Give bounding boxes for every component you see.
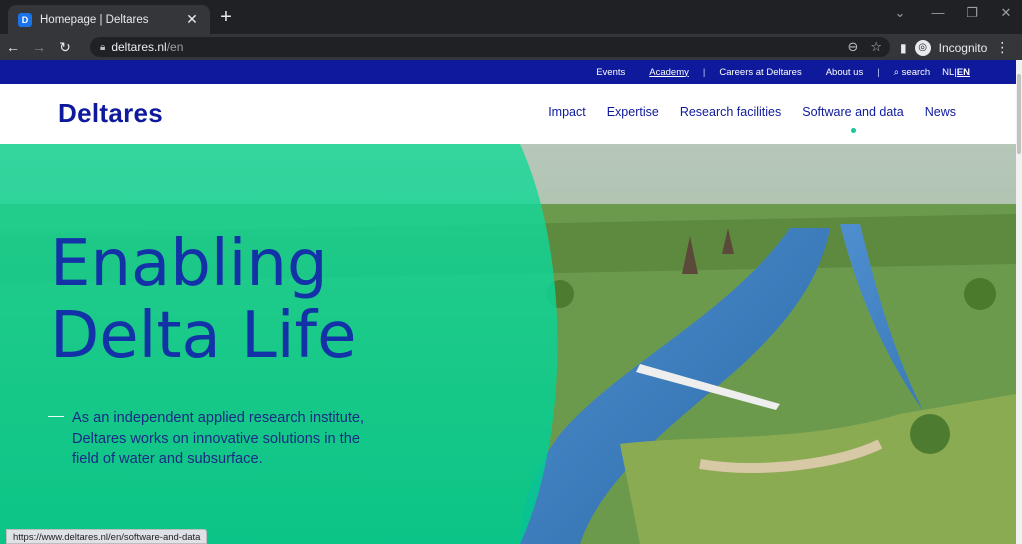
scrollbar-thumb[interactable] [1017, 74, 1021, 154]
util-link-events[interactable]: Events [596, 67, 625, 78]
sidepanel-icon[interactable]: ▮ [900, 41, 907, 55]
utility-nav: Events Academy | Careers at Deltares Abo… [0, 60, 1016, 84]
incognito-label: Incognito [938, 40, 988, 55]
nav-software-label: Software and data [802, 105, 904, 119]
hero-title-line1: Enabling [50, 227, 328, 301]
nav-news[interactable]: News [925, 105, 956, 119]
util-divider: | [877, 66, 880, 78]
forward-icon[interactable]: → [26, 39, 52, 55]
hero-title: Enabling Delta Life [50, 228, 356, 372]
url-host: deltares.nl [111, 40, 167, 54]
nav-expertise[interactable]: Expertise [607, 105, 659, 119]
main-nav: Impact Expertise Research facilities Sof… [548, 105, 956, 133]
nav-impact[interactable]: Impact [548, 105, 586, 119]
nav-software-and-data[interactable]: Software and data [802, 105, 904, 133]
address-bar[interactable]: 🔒︎ deltares.nl /en ⊖ ☆ [90, 37, 890, 57]
hero-dash [48, 416, 64, 417]
restore-button[interactable]: ❐ [962, 5, 982, 21]
deltares-favicon-icon: D [18, 12, 32, 27]
site-header: Deltares Impact Expertise Research facil… [0, 84, 1016, 144]
lang-nl-link[interactable]: NL [942, 67, 954, 78]
new-tab-button[interactable]: + [216, 6, 236, 29]
star-icon[interactable]: ☆ [870, 39, 882, 55]
url-path: /en [166, 40, 184, 54]
nav-research-facilities[interactable]: Research facilities [680, 105, 781, 119]
active-indicator-dot [850, 128, 856, 133]
lang-en-link[interactable]: EN [957, 67, 970, 78]
hero-title-line2: Delta Life [50, 299, 357, 373]
tab-search-icon[interactable]: ⌄ [890, 5, 910, 21]
scrollbar[interactable] [1016, 60, 1022, 544]
back-icon[interactable]: ← [0, 39, 26, 55]
close-tab-icon[interactable]: ✕ [184, 11, 200, 28]
search-label: search [901, 66, 931, 78]
incognito-icon[interactable]: ◎ [914, 39, 931, 56]
search-icon: ⌕ [893, 66, 900, 78]
browser-tab-strip: D Homepage | Deltares ✕ + ⌄ — ❐ ✕ [0, 0, 1022, 34]
tab-homepage[interactable]: D Homepage | Deltares ✕ [8, 5, 210, 34]
util-link-careers[interactable]: Careers at Deltares [719, 67, 801, 78]
lock-icon[interactable]: 🔒︎ [100, 42, 105, 53]
util-search-button[interactable]: ⌕ search [894, 67, 930, 78]
util-link-about[interactable]: About us [826, 67, 864, 78]
util-link-academy[interactable]: Academy [649, 67, 689, 78]
minimize-button[interactable]: — [928, 5, 948, 20]
web-page: Events Academy | Careers at Deltares Abo… [0, 60, 1016, 544]
deltares-logo[interactable]: Deltares [58, 98, 163, 129]
browser-toolbar: ← → ↻ 🔒︎ deltares.nl /en ⊖ ☆ ▮ ◎ Incogni… [0, 34, 1022, 60]
reload-icon[interactable]: ↻ [52, 39, 78, 56]
hero-description: As an independent applied research insti… [72, 410, 365, 467]
menu-icon[interactable]: ⋮ [995, 39, 1009, 56]
tab-title: Homepage | Deltares [40, 13, 149, 26]
link-status-bubble: https://www.deltares.nl/en/software-and-… [6, 529, 208, 544]
zoom-icon[interactable]: ⊖ [847, 39, 858, 55]
close-window-button[interactable]: ✕ [996, 5, 1016, 21]
hero-section: Enabling Delta Life As an independent ap… [0, 144, 1016, 544]
util-divider: | [702, 66, 706, 78]
